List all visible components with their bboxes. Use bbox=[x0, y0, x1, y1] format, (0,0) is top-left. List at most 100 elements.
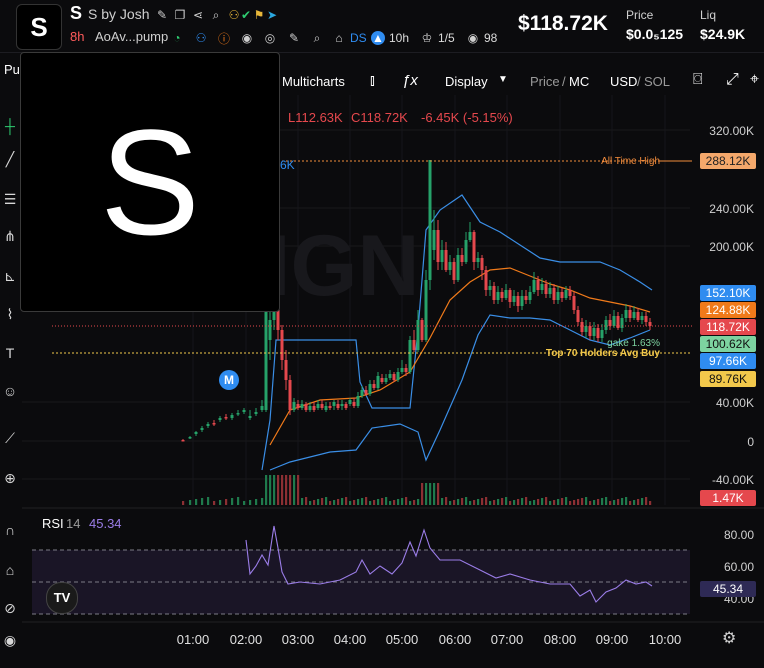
candle-body bbox=[260, 406, 264, 410]
price-toggle[interactable]: Price bbox=[530, 74, 560, 89]
volume-bar bbox=[297, 475, 300, 505]
search-icon[interactable]: ⌕ bbox=[209, 8, 223, 22]
migration-marker[interactable]: M bbox=[219, 370, 239, 390]
fullscreen-icon[interactable]: ⤢ bbox=[726, 71, 739, 89]
candle-body bbox=[464, 240, 468, 262]
candle-body bbox=[580, 322, 584, 332]
candle-body bbox=[188, 437, 192, 439]
candle-body bbox=[372, 384, 376, 388]
volume-bar bbox=[641, 498, 644, 505]
multicharts-button[interactable]: Multicharts bbox=[282, 74, 345, 89]
token-address[interactable]: AoAv...pump bbox=[95, 29, 168, 44]
price-tag: 1.47K bbox=[700, 490, 756, 506]
price-tag: 152.10K bbox=[700, 285, 756, 301]
volume-bar bbox=[485, 497, 488, 505]
chat-icon[interactable]: ✎ bbox=[287, 31, 301, 45]
eye-toggle-icon[interactable]: ◉ bbox=[2, 632, 18, 648]
ohlc-low: L112.63K bbox=[288, 110, 343, 125]
warning-icon: ⓘ bbox=[217, 31, 230, 46]
volume-bar bbox=[449, 501, 452, 505]
settings-icon[interactable]: ⚙ bbox=[722, 628, 736, 648]
candle-body bbox=[528, 292, 532, 300]
candle-body bbox=[596, 328, 600, 338]
candle-body bbox=[218, 418, 222, 420]
gake-label: gake 1.63% bbox=[607, 338, 660, 349]
token-ticker: S bbox=[70, 3, 83, 23]
brush-icon[interactable]: ⋔ bbox=[2, 228, 18, 244]
copy-icon[interactable]: ❐ bbox=[173, 8, 187, 22]
hide-icon[interactable]: ⊘ bbox=[2, 600, 18, 616]
emoji-icon[interactable]: ☺ bbox=[2, 383, 18, 399]
volume-bar bbox=[255, 499, 258, 505]
pin-icon[interactable]: ⌖ bbox=[750, 71, 759, 89]
volume-bar bbox=[213, 501, 216, 505]
x-tick-label: 08:00 bbox=[544, 632, 577, 647]
volume-bar bbox=[393, 500, 396, 505]
candle-body bbox=[312, 406, 316, 410]
candle-body bbox=[476, 258, 480, 262]
volume-bar bbox=[345, 497, 348, 505]
telegram-icon[interactable]: ➤ bbox=[265, 8, 279, 22]
volume-bar bbox=[225, 499, 228, 505]
lock-icon[interactable]: ⌂ bbox=[2, 562, 18, 578]
indicators-icon[interactable]: ƒx bbox=[402, 72, 418, 89]
camera-icon[interactable]: ⌼ bbox=[693, 71, 703, 89]
chevron-down-icon[interactable]: ▼ bbox=[498, 74, 508, 85]
volume-bar bbox=[329, 501, 332, 505]
volume-bar bbox=[321, 498, 324, 505]
volume-bar bbox=[597, 499, 600, 505]
magnet-icon[interactable]: ∩ bbox=[2, 522, 18, 538]
volume-bar bbox=[357, 499, 360, 505]
candle-body bbox=[352, 402, 356, 406]
candle-body bbox=[444, 250, 448, 270]
volume-bar bbox=[481, 498, 484, 505]
candle-body bbox=[488, 286, 492, 290]
token-name: S by Josh bbox=[88, 6, 150, 22]
candle-body bbox=[230, 415, 234, 418]
volume-bar bbox=[565, 497, 568, 505]
volume-bar bbox=[457, 499, 460, 505]
volume-bar bbox=[453, 500, 456, 505]
rsi-price-tag: 45.34 bbox=[700, 581, 756, 597]
volume-bar bbox=[577, 499, 580, 505]
zoom-icon[interactable]: ⊕ bbox=[2, 470, 18, 486]
mc-toggle[interactable]: MC bbox=[569, 74, 589, 89]
token-avatar[interactable]: S bbox=[16, 4, 62, 50]
token-avatar-letter: S bbox=[30, 12, 48, 42]
candle-type-icon[interactable]: ⫾ bbox=[370, 72, 375, 89]
candle-body bbox=[384, 378, 388, 382]
search-x-icon[interactable]: ⌕ bbox=[310, 31, 324, 45]
volume-bar bbox=[581, 498, 584, 505]
tradingview-logo[interactable]: TV bbox=[46, 582, 78, 614]
fib-icon[interactable]: ☰ bbox=[2, 191, 18, 207]
candle-body bbox=[552, 288, 556, 300]
measure-icon[interactable]: ⊾ bbox=[2, 268, 18, 284]
share-icon[interactable]: ⋖ bbox=[191, 8, 205, 22]
volume-bar bbox=[505, 497, 508, 505]
edit-icon[interactable]: ✎ bbox=[155, 8, 169, 22]
volume-bar bbox=[285, 475, 288, 505]
display-button[interactable]: Display bbox=[445, 74, 488, 89]
price-tag: 89.76K bbox=[700, 371, 756, 387]
candle-body bbox=[288, 380, 292, 410]
trendline-icon[interactable]: ╱ bbox=[2, 151, 18, 167]
sol-toggle[interactable]: SOL bbox=[644, 74, 670, 89]
text-icon[interactable]: T bbox=[2, 345, 18, 361]
usd-toggle[interactable]: USD bbox=[610, 74, 637, 89]
volume-bar bbox=[585, 497, 588, 505]
candle-body bbox=[592, 328, 596, 336]
volume-bar bbox=[207, 497, 210, 505]
ruler-icon[interactable]: ⟋ bbox=[2, 430, 18, 446]
volume-bar bbox=[219, 500, 222, 505]
pattern-icon[interactable]: ⌇ bbox=[2, 306, 18, 322]
volume-bar bbox=[509, 501, 512, 505]
candle-body bbox=[556, 292, 560, 300]
candle-body bbox=[584, 326, 588, 332]
volume-bar bbox=[429, 483, 432, 505]
website-icon[interactable]: ◎ bbox=[263, 31, 277, 45]
volume-bar bbox=[309, 501, 312, 505]
crosshair-icon[interactable]: ┼ bbox=[2, 118, 18, 134]
volume-bar bbox=[445, 497, 448, 505]
github-icon[interactable]: ◉ bbox=[240, 31, 254, 45]
volume-bar bbox=[249, 500, 252, 505]
